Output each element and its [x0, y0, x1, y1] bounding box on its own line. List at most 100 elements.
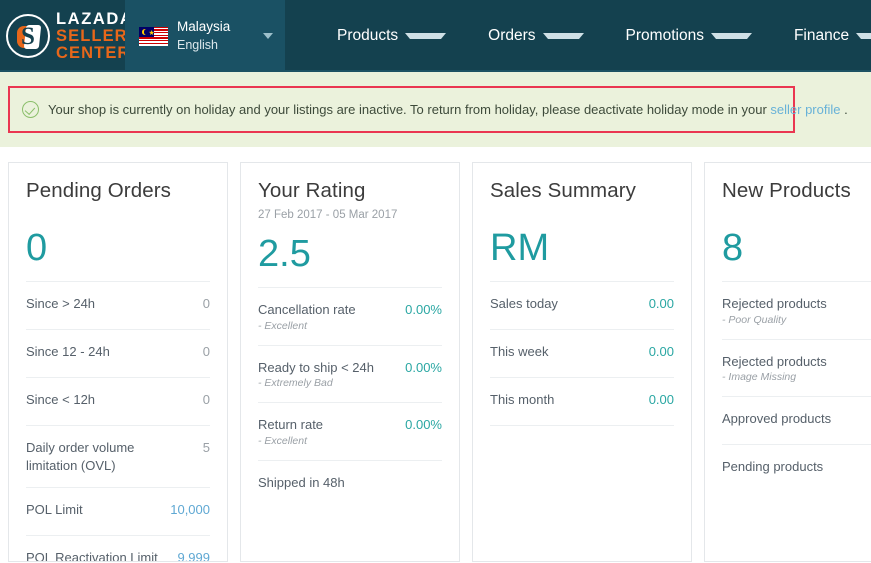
row-label: This week [490, 344, 549, 359]
row-label: Rejected products [722, 353, 827, 369]
card-your-rating: Your Rating 27 Feb 2017 - 05 Mar 2017 2.… [240, 162, 460, 562]
holiday-mode-alert-strip: Your shop is currently on holiday and yo… [0, 72, 871, 147]
row-value: 0 [202, 392, 210, 407]
holiday-mode-alert: Your shop is currently on holiday and yo… [8, 86, 848, 133]
holiday-mode-alert-text: Your shop is currently on holiday and yo… [48, 102, 848, 117]
lazada-seller-center-logo[interactable]: S LAZADA SELLER CENTER [0, 0, 132, 72]
country-language-selector[interactable]: ★ Malaysia English [125, 0, 285, 72]
logo-line-center: CENTER [56, 43, 131, 62]
row-value: 0.00% [405, 359, 442, 375]
row-pol-limit[interactable]: POL Limit 10,000 [26, 487, 210, 535]
row-sublabel: - Excellent [258, 319, 308, 332]
pending-orders-count: 0 [26, 227, 48, 269]
rating-score: 2.5 [258, 233, 311, 275]
language-name: English [177, 37, 218, 52]
row-label: Cancellation rate [258, 302, 356, 317]
row-ready-to-ship[interactable]: Ready to ship < 24h - Extremely Bad 0.00… [258, 344, 442, 403]
row-since-over-24h[interactable]: Since > 24h 0 [26, 281, 210, 329]
row-value: 9,999 [177, 550, 210, 562]
chevron-down-icon [405, 33, 447, 39]
row-shipped-in-48h[interactable]: Shipped in 48h [258, 459, 442, 508]
row-since-under-12h[interactable]: Since < 12h 0 [26, 377, 210, 425]
logo-line-lazada: LAZADA [56, 10, 134, 29]
row-return-rate[interactable]: Return rate - Excellent 0.00% [258, 402, 442, 460]
card-pending-orders: Pending Orders 0 Since > 24h 0 Since 12 … [8, 162, 228, 562]
nav-item-products[interactable]: Products [316, 0, 467, 72]
new-products-count: 8 [722, 227, 744, 269]
row-label: Pending products [722, 459, 824, 475]
card-title: Pending Orders [26, 179, 171, 202]
row-label: Approved products [722, 411, 832, 427]
logo-letter: S [21, 22, 35, 50]
row-since-12-24h[interactable]: Since 12 - 24h 0 [26, 329, 210, 377]
row-label: Daily order volume limitation (OVL) [26, 440, 135, 473]
nav-item-orders[interactable]: Orders [467, 0, 604, 72]
alert-text-before-link: Your shop is currently on holiday and yo… [48, 102, 771, 117]
row-rejected-image-missing[interactable]: Rejected products - Image Missing [722, 338, 871, 397]
row-sublabel: - Image Missing [722, 371, 797, 384]
row-label: This month [490, 392, 555, 407]
row-pol-reactivation-limit[interactable]: POL Reactivation Limit 9,999 [26, 535, 210, 562]
lazada-s-mark-icon: S [6, 14, 50, 58]
dashboard-cards: Pending Orders 0 Since > 24h 0 Since 12 … [0, 147, 871, 563]
row-value: 0 [202, 344, 210, 359]
row-label: Since 12 - 24h [26, 344, 110, 359]
country-language-labels: Malaysia English [177, 18, 230, 53]
country-name: Malaysia [177, 19, 231, 35]
row-sublabel: - Extremely Bad [258, 377, 333, 390]
alert-text-after-link: . [840, 102, 848, 117]
chevron-down-icon [710, 33, 752, 39]
nav-label-orders: Orders [488, 27, 536, 44]
row-sales-this-month[interactable]: This month 0.00 [490, 377, 674, 425]
row-sales-divider [490, 425, 674, 426]
card-title: Your Rating [258, 179, 366, 202]
row-rejected-poor-quality[interactable]: Rejected products - Poor Quality [722, 281, 871, 339]
row-sales-today[interactable]: Sales today 0.00 [490, 281, 674, 329]
row-label: Since > 24h [26, 296, 96, 311]
rating-date-range: 27 Feb 2017 - 05 Mar 2017 [258, 209, 398, 221]
nav-item-promotions[interactable]: Promotions [605, 0, 773, 72]
row-value: 0.00% [405, 302, 442, 317]
card-new-products: New Products 8 Rejected products - Poor … [704, 162, 871, 562]
row-label: Rejected products [722, 296, 827, 311]
logo-wordmark: LAZADA SELLER CENTER [56, 10, 133, 62]
row-daily-order-volume-limitation[interactable]: Daily order volume limitation (OVL) 5 [26, 425, 210, 487]
row-value: 0.00 [648, 296, 674, 311]
row-value: 10,000 [170, 502, 210, 518]
top-navigation-bar: S LAZADA SELLER CENTER ★ Malaysia Englis… [0, 0, 871, 72]
sales-currency: RM [490, 227, 550, 269]
row-label: Since < 12h [26, 392, 96, 407]
check-circle-icon [22, 101, 39, 118]
row-value: 0 [202, 296, 210, 311]
chevron-down-icon [542, 33, 584, 39]
row-label: POL Reactivation Limit [26, 550, 158, 562]
row-sublabel: - Poor Quality [722, 313, 787, 326]
row-approved-products[interactable]: Approved products [722, 396, 871, 444]
row-sales-this-week[interactable]: This week 0.00 [490, 329, 674, 377]
main-menu: Products Orders Promotions Finance Analy… [285, 0, 871, 72]
row-value: 0.00 [648, 392, 674, 407]
row-label: Return rate [258, 417, 324, 433]
chevron-down-icon[interactable] [263, 33, 273, 39]
row-label: Sales today [490, 296, 558, 311]
row-value: 0.00 [648, 344, 674, 359]
row-label: Ready to ship < 24h [258, 359, 374, 375]
logo-line-seller: SELLER [56, 27, 128, 45]
row-label: Shipped in 48h [258, 474, 345, 490]
row-cancellation-rate[interactable]: Cancellation rate - Excellent 0.00% [258, 287, 442, 345]
row-sublabel: - Excellent [258, 434, 308, 447]
malaysia-flag-icon: ★ [139, 26, 168, 46]
nav-item-finance[interactable]: Finance [773, 0, 871, 72]
nav-label-promotions: Promotions [625, 27, 704, 44]
row-value: 5 [202, 440, 210, 455]
chevron-down-icon [856, 33, 871, 39]
seller-profile-link[interactable]: seller profile [770, 102, 840, 117]
nav-label-finance: Finance [793, 27, 850, 44]
card-sales-summary: Sales Summary RM Sales today 0.00 This w… [472, 162, 692, 562]
card-title: New Products [722, 179, 851, 202]
row-label: POL Limit [26, 502, 83, 518]
row-pending-products[interactable]: Pending products [722, 444, 871, 492]
row-value: 0.00% [405, 417, 442, 433]
card-title: Sales Summary [490, 179, 636, 202]
nav-label-products: Products [337, 27, 399, 44]
